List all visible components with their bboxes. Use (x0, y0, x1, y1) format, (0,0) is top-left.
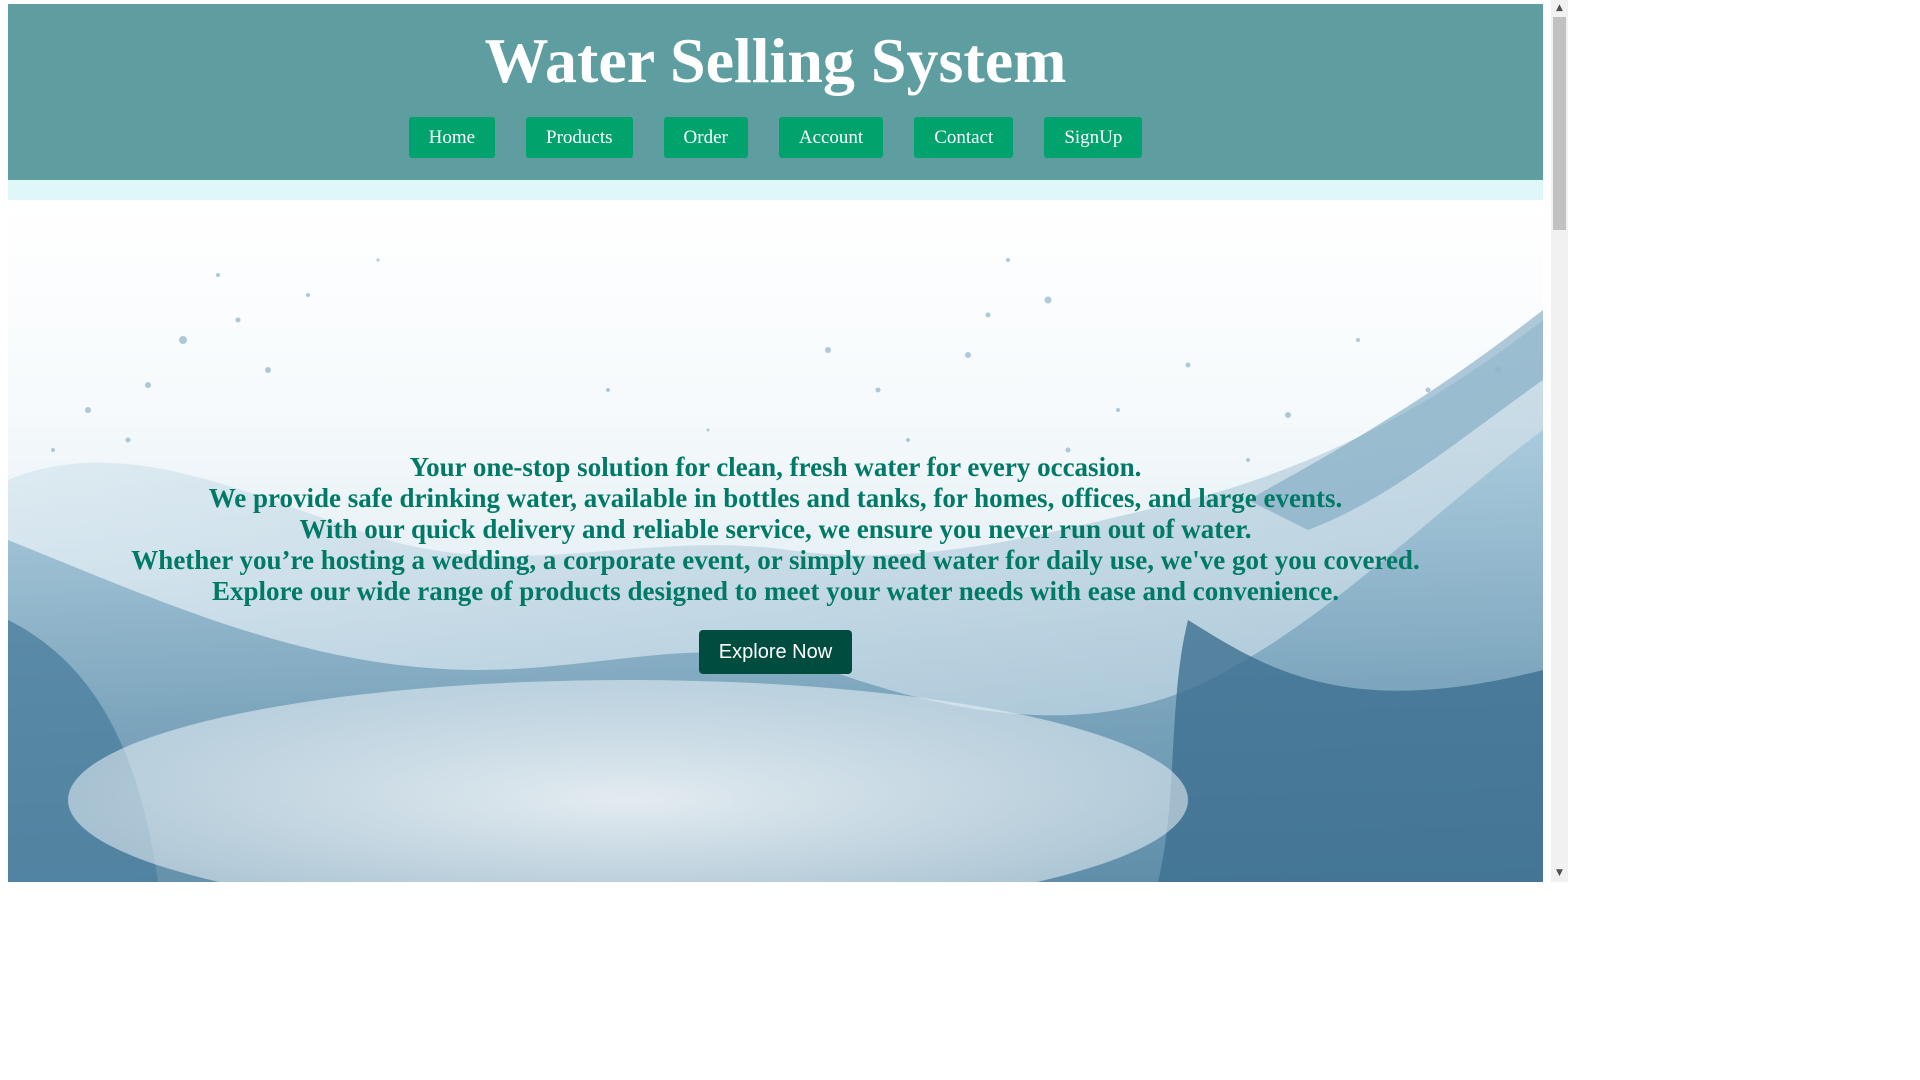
nav-contact-button[interactable]: Contact (914, 117, 1014, 158)
scroll-up-icon[interactable]: ▲ (1551, 0, 1568, 17)
hero-line: We provide safe drinking water, availabl… (208, 483, 1343, 513)
hero-section: Your one-stop solution for clean, fresh … (8, 200, 1543, 882)
nav-account-button[interactable]: Account (778, 117, 884, 158)
nav-order-button[interactable]: Order (663, 117, 748, 158)
site-header: Water Selling System Home Products Order… (8, 4, 1543, 180)
scroll-down-icon[interactable]: ▼ (1551, 865, 1568, 882)
hero-line: Explore our wide range of products desig… (212, 576, 1339, 606)
hero-tagline: Your one-stop solution for clean, fresh … (8, 452, 1543, 607)
main-nav: Home Products Order Account Contact Sign… (8, 117, 1543, 158)
page: Water Selling System Home Products Order… (8, 4, 1543, 882)
header-divider-strip (8, 180, 1543, 200)
hero-line: Whether you’re hosting a wedding, a corp… (131, 545, 1420, 575)
scrollbar-thumb[interactable] (1553, 17, 1566, 230)
site-title: Water Selling System (484, 25, 1067, 96)
nav-home-button[interactable]: Home (408, 117, 496, 158)
hero-line: Your one-stop solution for clean, fresh … (409, 452, 1142, 482)
vertical-scrollbar[interactable]: ▲ ▼ (1551, 0, 1568, 882)
explore-now-button[interactable]: Explore Now (699, 630, 852, 674)
nav-signup-button[interactable]: SignUp (1044, 117, 1143, 158)
hero-line: With our quick delivery and reliable ser… (299, 514, 1252, 544)
nav-products-button[interactable]: Products (526, 117, 633, 158)
